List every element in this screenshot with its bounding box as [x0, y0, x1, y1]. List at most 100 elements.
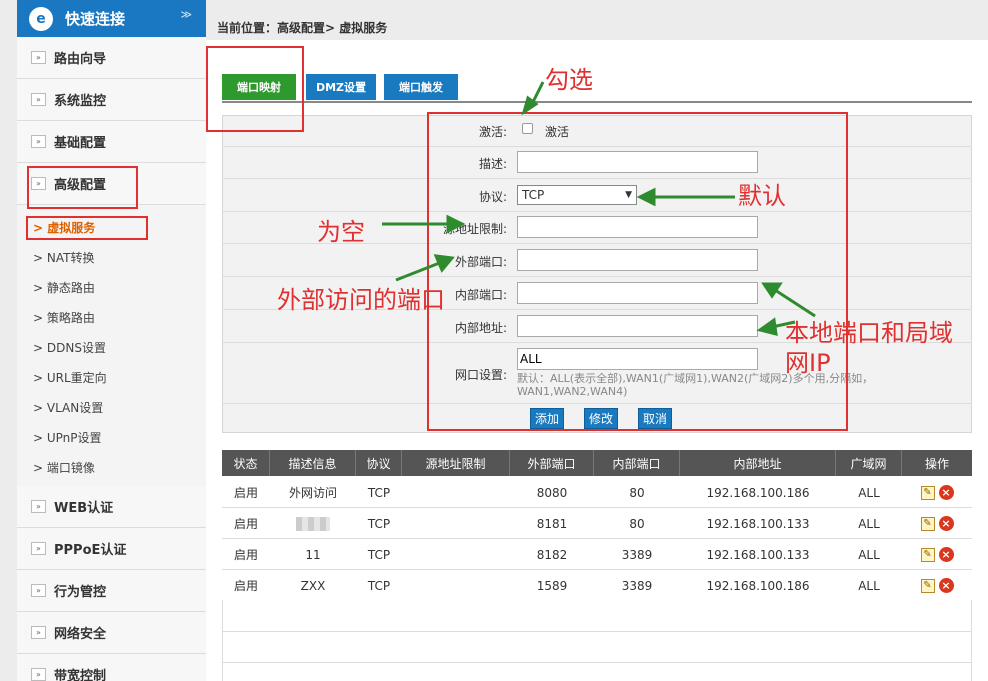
table-empty-area [222, 600, 972, 681]
cell-int: 80 [629, 485, 645, 500]
sidebar-item-basic-config[interactable]: » 基础配置 [17, 121, 206, 163]
annotation-ext-port: 外部访问的端口 [277, 286, 445, 314]
cell-int: 3389 [621, 547, 653, 562]
cell-ext: 8181 [536, 516, 568, 531]
annotation-check: 勾选 [545, 66, 593, 94]
cell-int: 80 [629, 516, 645, 531]
cell-int: 3389 [621, 578, 653, 593]
row-divider [222, 662, 972, 663]
sidebar-subitem-port-mirror[interactable]: > 端口镜像 [33, 459, 95, 476]
cell-wan: ALL [858, 578, 880, 593]
cell-addr: 192.168.100.133 [706, 516, 810, 531]
tab-label: DMZ设置 [315, 81, 367, 94]
sidebar-subitem-vlan[interactable]: > VLAN设置 [33, 399, 103, 416]
tab-label: 端口触发 [399, 81, 443, 94]
sidebar-subitem-url-redirect[interactable]: > URL重定向 [33, 369, 107, 386]
delete-icon[interactable]: × [938, 516, 954, 531]
breadcrumb: 当前位置：高级配置> 虚拟服务 [217, 21, 388, 35]
chevron-right-icon: » [31, 668, 46, 681]
sidebar-item-label: 行为管控 [54, 585, 107, 600]
delete-icon[interactable]: × [938, 547, 954, 562]
chevron-right-icon: » [31, 51, 46, 64]
highlight-virtual-box [26, 216, 148, 240]
tab-divider [222, 101, 972, 103]
cell-status: 启用 [233, 579, 258, 593]
highlight-tab-box [206, 46, 304, 132]
sidebar-item-pppoe-auth[interactable]: » PPPoE认证 [17, 528, 206, 570]
sidebar-item-system-monitor[interactable]: » 系统监控 [17, 79, 206, 121]
cell-addr: 192.168.100.186 [706, 578, 810, 593]
cell-wan: ALL [858, 547, 880, 562]
cell-desc: ZXX [300, 578, 326, 593]
annotation-default: 默认 [738, 182, 786, 210]
tab-dmz[interactable]: DMZ设置 [306, 74, 376, 100]
cell-proto: TCP [367, 516, 391, 531]
cell-ext: 8182 [536, 547, 568, 562]
cell-proto: TCP [367, 578, 391, 593]
sidebar-subitem-static-route[interactable]: > 静态路由 [33, 279, 95, 296]
collapse-icon[interactable]: ≫ [180, 8, 192, 21]
sidebar-item-router-wizard[interactable]: » 路由向导 [17, 37, 206, 79]
sidebar-item-label: PPPoE认证 [54, 543, 127, 558]
chevron-right-icon: » [31, 135, 46, 148]
delete-icon[interactable]: × [938, 485, 954, 500]
blurred-text [296, 516, 330, 531]
sidebar-item-bandwidth-control[interactable]: » 带宽控制 [17, 654, 206, 681]
col-status: 状态 [222, 450, 270, 476]
highlight-advanced-box [27, 166, 138, 209]
cell-addr: 192.168.100.133 [706, 547, 810, 562]
chevron-right-icon: » [31, 93, 46, 106]
cell-ext: 8080 [536, 485, 568, 500]
sidebar-subitem-ddns[interactable]: > DDNS设置 [33, 339, 106, 356]
cell-proto: TCP [367, 547, 391, 562]
sidebar-item-web-auth[interactable]: » WEB认证 [17, 486, 206, 528]
cell-action: ✎ × [902, 539, 972, 570]
sidebar-subitem-nat[interactable]: > NAT转换 [33, 249, 94, 266]
col-desc: 描述信息 [270, 450, 356, 476]
cell-action: ✎ × [902, 570, 972, 601]
sidebar-item-label: 带宽控制 [54, 669, 107, 681]
edit-icon[interactable]: ✎ [920, 485, 935, 500]
cell-addr: 192.168.100.186 [706, 485, 810, 500]
sidebar-header[interactable]: e 快速连接 ≫ [17, 0, 206, 37]
cell-status: 启用 [233, 517, 258, 531]
annotation-local: 本地端口和局域网IP [785, 319, 953, 377]
sidebar-item-label: 系统监控 [54, 94, 107, 109]
cell-proto: TCP [367, 485, 391, 500]
cell-action: ✎ × [902, 477, 972, 508]
chevron-right-icon: » [31, 584, 46, 597]
chevron-right-icon: » [31, 626, 46, 639]
row-divider [222, 631, 972, 632]
cell-status: 启用 [233, 486, 258, 500]
sidebar-item-label: 基础配置 [54, 136, 107, 151]
chevron-right-icon: » [31, 500, 46, 513]
sidebar-item-label: 路由向导 [54, 52, 107, 67]
sidebar-title: 快速连接 [65, 10, 126, 28]
sidebar-subitem-upnp[interactable]: > UPnP设置 [33, 429, 102, 446]
col-addr: 内部地址 [680, 450, 836, 476]
logo-icon: e [29, 6, 53, 31]
edit-icon[interactable]: ✎ [920, 516, 935, 531]
sidebar-subitem-policy-route[interactable]: > 策略路由 [33, 309, 95, 326]
edit-icon[interactable]: ✎ [920, 578, 935, 593]
cell-ext: 1589 [536, 578, 568, 593]
col-ext: 外部端口 [510, 450, 594, 476]
cell-status: 启用 [233, 548, 258, 562]
cell-desc: 11 [305, 547, 321, 562]
col-proto: 协议 [356, 450, 402, 476]
cell-wan: ALL [858, 516, 880, 531]
cell-wan: ALL [858, 485, 880, 500]
cell-action: ✎ × [902, 508, 972, 539]
annotation-empty: 为空 [317, 218, 365, 246]
tab-port-trigger[interactable]: 端口触发 [384, 74, 458, 100]
sidebar-item-behavior-control[interactable]: » 行为管控 [17, 570, 206, 612]
cell-desc [270, 508, 356, 539]
delete-icon[interactable]: × [938, 578, 954, 593]
col-action: 操作 [924, 456, 949, 471]
edit-icon[interactable]: ✎ [920, 547, 935, 562]
sidebar-item-network-security[interactable]: » 网络安全 [17, 612, 206, 654]
chevron-right-icon: » [31, 542, 46, 555]
highlight-form-box [427, 112, 848, 431]
col-src: 源地址限制 [402, 450, 510, 476]
sidebar-item-label: WEB认证 [54, 501, 114, 516]
